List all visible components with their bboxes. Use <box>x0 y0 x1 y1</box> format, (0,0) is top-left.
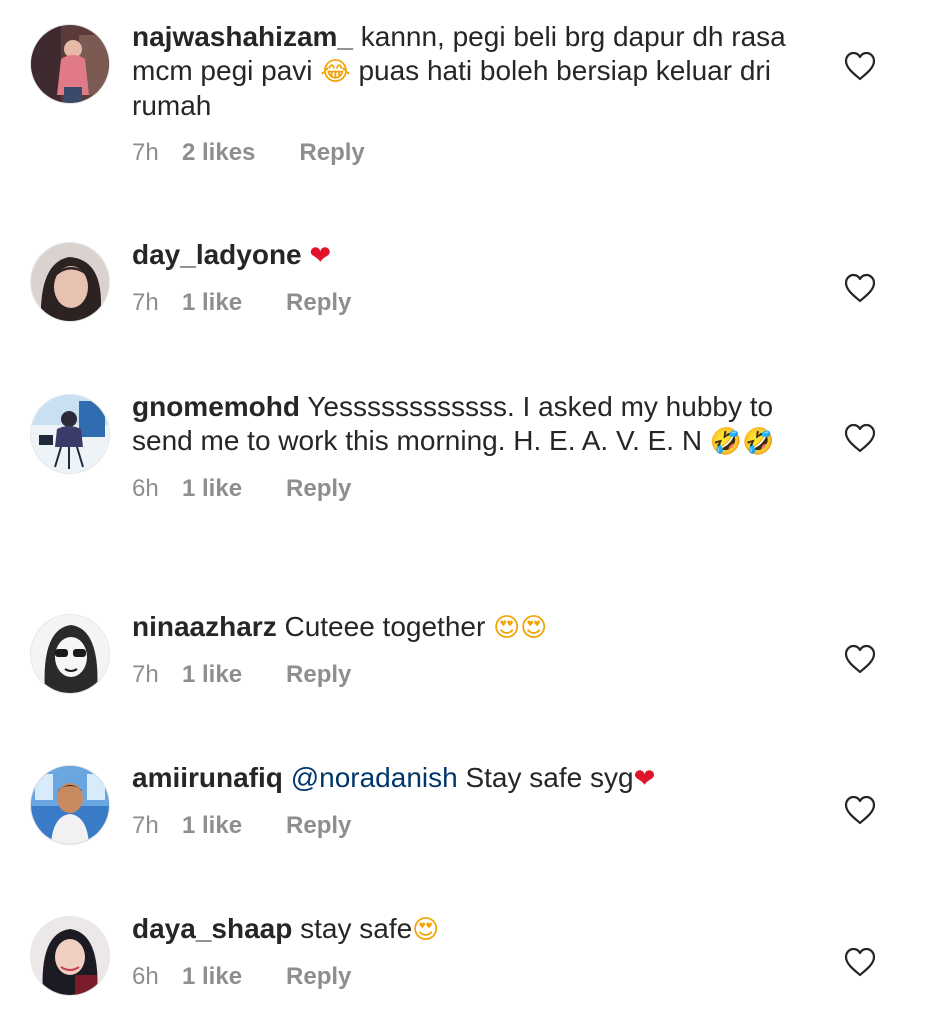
avatar-image <box>31 766 109 844</box>
comment-likes[interactable]: 1 like <box>182 963 242 991</box>
like-button[interactable] <box>843 794 877 826</box>
heart-outline-icon <box>844 51 876 81</box>
heart-outline-icon <box>844 644 876 674</box>
comment-text: daya_shaap stay safe😍 <box>132 912 802 947</box>
comment-time: 7h <box>132 812 159 839</box>
mention-link[interactable]: @noradanish <box>291 762 458 793</box>
comment-meta: 6h 1 like Reply <box>132 475 802 503</box>
comment-likes[interactable]: 1 like <box>182 289 242 317</box>
comment-text: day_ladyone ❤ <box>132 238 802 273</box>
red-heart-emoji: ❤ <box>633 764 656 794</box>
heart-outline-icon <box>844 273 876 303</box>
comment-time: 7h <box>132 661 159 688</box>
heart-eyes-emoji: 😍 <box>412 915 440 945</box>
comment-username[interactable]: amiirunafiq <box>132 762 283 793</box>
comment-body: daya_shaap stay safe😍 6h 1 like Reply <box>132 912 802 991</box>
avatar-image <box>31 395 109 473</box>
comment-meta: 7h 1 like Reply <box>132 661 802 689</box>
comment-body: day_ladyone ❤ 7h 1 like Reply <box>132 238 802 317</box>
comment-likes[interactable]: 2 likes <box>182 139 255 167</box>
like-button[interactable] <box>843 272 877 304</box>
comment-username[interactable]: najwashahizam_ <box>132 21 353 52</box>
avatar[interactable] <box>30 242 110 322</box>
reply-button[interactable]: Reply <box>286 661 351 689</box>
heart-outline-icon <box>844 795 876 825</box>
comment-username[interactable]: daya_shaap <box>132 913 292 944</box>
avatar[interactable] <box>30 916 110 996</box>
tears-of-joy-emoji: 😂 <box>320 57 351 87</box>
comment-meta: 7h 1 like Reply <box>132 812 802 840</box>
comment-time: 6h <box>132 963 159 990</box>
comment-body: amiirunafiq @noradanish Stay safe syg❤ 7… <box>132 761 802 840</box>
rolling-laughing-emoji: 🤣🤣 <box>709 427 775 457</box>
avatar-image <box>31 917 109 995</box>
reply-button[interactable]: Reply <box>286 963 351 991</box>
comment-username[interactable]: day_ladyone <box>132 239 302 270</box>
avatar[interactable] <box>30 765 110 845</box>
comment-text: najwashahizam_ kannn, pegi beli brg dapu… <box>132 20 802 123</box>
comment-time: 7h <box>132 289 159 316</box>
comment-text: ninaazharz Cuteee together 😍😍 <box>132 610 802 645</box>
comment-username[interactable]: ninaazharz <box>132 611 277 642</box>
like-button[interactable] <box>843 643 877 675</box>
heart-eyes-emoji: 😍😍 <box>493 613 548 643</box>
comment-content: stay safe <box>300 913 413 944</box>
avatar-image <box>31 615 109 693</box>
like-button[interactable] <box>843 422 877 454</box>
comment-time: 6h <box>132 475 159 502</box>
comment-content: Stay safe syg <box>457 762 634 793</box>
reply-button[interactable]: Reply <box>286 475 351 503</box>
comment-meta: 7h 1 like Reply <box>132 289 802 317</box>
comment-meta: 6h 1 like Reply <box>132 963 802 991</box>
comment-body: ninaazharz Cuteee together 😍😍 7h 1 like … <box>132 610 802 689</box>
comment-text: gnomemohd Yessssssssssss. I asked my hub… <box>132 390 802 459</box>
avatar-image <box>31 25 109 103</box>
comment-username[interactable]: gnomemohd <box>132 391 300 422</box>
like-button[interactable] <box>843 50 877 82</box>
reply-button[interactable]: Reply <box>299 139 364 167</box>
reply-button[interactable]: Reply <box>286 289 351 317</box>
comment-likes[interactable]: 1 like <box>182 812 242 840</box>
comment-content: Cuteee together <box>284 611 494 642</box>
avatar[interactable] <box>30 24 110 104</box>
red-heart-emoji: ❤ <box>309 241 332 271</box>
heart-outline-icon <box>844 947 876 977</box>
comment-meta: 7h 2 likes Reply <box>132 139 802 167</box>
comment-body: najwashahizam_ kannn, pegi beli brg dapu… <box>132 20 802 167</box>
comment-likes[interactable]: 1 like <box>182 661 242 689</box>
comment-time: 7h <box>132 139 159 166</box>
avatar[interactable] <box>30 394 110 474</box>
comment-likes[interactable]: 1 like <box>182 475 242 503</box>
avatar-image <box>31 243 109 321</box>
comment-body: gnomemohd Yessssssssssss. I asked my hub… <box>132 390 802 503</box>
comment-text: amiirunafiq @noradanish Stay safe syg❤ <box>132 761 802 796</box>
reply-button[interactable]: Reply <box>286 812 351 840</box>
like-button[interactable] <box>843 946 877 978</box>
avatar[interactable] <box>30 614 110 694</box>
heart-outline-icon <box>844 423 876 453</box>
